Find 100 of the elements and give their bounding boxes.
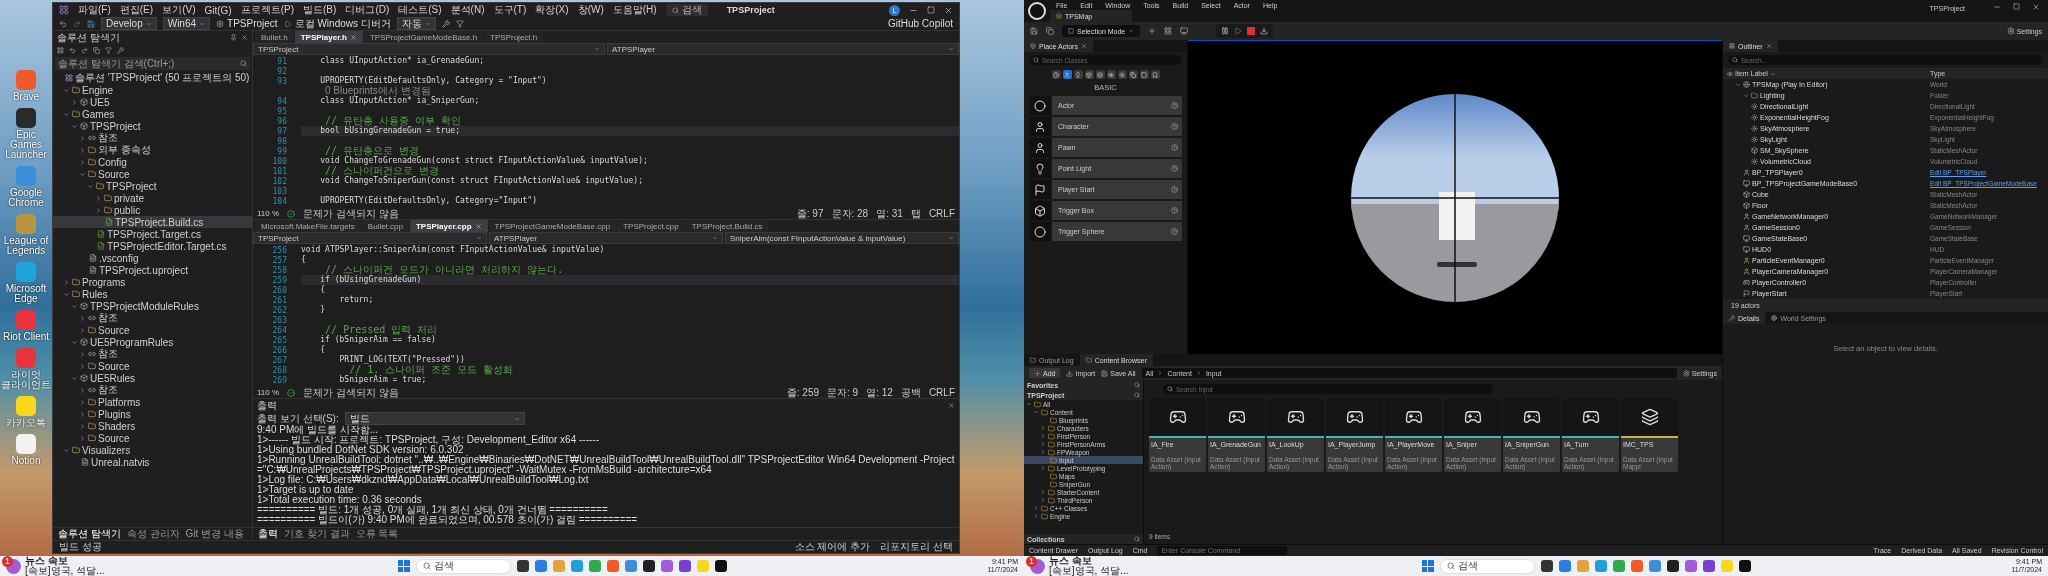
close-icon[interactable] xyxy=(944,5,953,15)
save-icon[interactable] xyxy=(87,19,95,28)
tree-item[interactable]: Engine xyxy=(53,84,252,96)
tree-item[interactable]: TPSProject.Build.cs xyxy=(53,216,252,228)
maximize-icon[interactable] xyxy=(927,6,935,14)
undo-icon[interactable] xyxy=(59,19,67,28)
search-field[interactable]: 검색 xyxy=(1439,558,1535,574)
navigation-dropdown[interactable]: ATPSPlayer xyxy=(489,232,723,244)
help-icon[interactable] xyxy=(1171,102,1178,109)
tree-item[interactable]: 참조 xyxy=(53,348,252,360)
toolbar-icon[interactable] xyxy=(117,47,124,54)
category-filter-button[interactable] xyxy=(1128,70,1138,79)
file-tab[interactable]: Microsoft.MakeFile.targets xyxy=(255,220,361,232)
menu-item[interactable]: 파일(F) xyxy=(78,3,111,17)
panel-tab[interactable]: 기호 찾기 결과 xyxy=(284,528,350,540)
tree-item[interactable]: TPSProjectEditor.Target.cs xyxy=(53,240,252,252)
start-icon[interactable] xyxy=(1421,560,1434,572)
file-tab[interactable]: TPSProjectGameModeBase.cpp xyxy=(488,220,617,232)
app-icon[interactable] xyxy=(1540,560,1553,572)
close-icon[interactable] xyxy=(474,222,482,230)
menu-item[interactable]: 확장(X) xyxy=(535,3,569,17)
shortcut-label[interactable]: 라이엇 클라이언트 xyxy=(1,370,51,390)
platform-dropdown[interactable]: Win64 xyxy=(162,17,211,30)
category-filter-button[interactable] xyxy=(1117,70,1127,79)
menu-item[interactable]: 빌드(B) xyxy=(303,3,337,17)
menu-item[interactable]: Git(G) xyxy=(204,4,232,16)
file-tab[interactable]: TPSProjectGameModeBase.h xyxy=(363,31,484,43)
toolbar-icon[interactable] xyxy=(81,47,88,54)
tree-item[interactable]: UE5Rules xyxy=(53,372,252,384)
menu-item[interactable]: 프로젝트(P) xyxy=(240,3,295,17)
file-tab[interactable]: Bullet.cpp xyxy=(361,220,409,232)
tree-item[interactable]: Source xyxy=(53,360,252,372)
menu-item[interactable]: 디버그(D) xyxy=(345,3,390,17)
app-shortcut-icon[interactable] xyxy=(16,108,36,128)
file-tab[interactable]: Bullet.h xyxy=(255,31,294,43)
status-button[interactable]: 리포지토리 선택 xyxy=(880,540,953,554)
app-icon[interactable] xyxy=(714,560,727,572)
panel-tab[interactable]: 오류 목록 xyxy=(355,528,399,540)
tree-item[interactable]: Plugins xyxy=(53,408,252,420)
toolbar-icon[interactable] xyxy=(57,47,64,54)
tree-item[interactable]: .vsconfig xyxy=(53,252,252,264)
tree-item[interactable]: TPSProjectModuleRules xyxy=(53,300,252,312)
debug-start-button[interactable]: 로컬 Windows 디버거 xyxy=(283,16,391,31)
category-filter-button[interactable] xyxy=(1095,70,1105,79)
navigation-dropdown[interactable]: ATPSPlayer xyxy=(607,43,959,55)
tree-item[interactable]: TPSProject.Target.cs xyxy=(53,228,252,240)
help-icon[interactable] xyxy=(1171,186,1178,193)
category-filter-button[interactable] xyxy=(1106,70,1116,79)
file-tab[interactable]: TPSPlayer.h xyxy=(294,31,363,43)
status-button[interactable]: 소스 제어에 추가 xyxy=(794,540,871,554)
shortcut-label[interactable]: League of Legends xyxy=(1,236,51,256)
tree-item[interactable]: Source xyxy=(53,324,252,336)
output-source-dropdown[interactable]: 빌드 xyxy=(344,412,525,425)
close-icon[interactable] xyxy=(349,33,357,41)
tree-item[interactable]: 참조 xyxy=(53,384,252,396)
tree-item[interactable]: Source xyxy=(53,168,252,180)
file-tab[interactable]: TPSProject.cpp xyxy=(617,220,685,232)
tree-item[interactable]: Shaders xyxy=(53,420,252,432)
toolbar-icon[interactable] xyxy=(69,47,76,54)
category-filter-button[interactable] xyxy=(1073,70,1083,79)
help-icon[interactable] xyxy=(1171,207,1178,214)
tree-item[interactable]: UE5ProgramRules xyxy=(53,336,252,348)
filter-icon[interactable] xyxy=(455,19,464,28)
copilot-button[interactable]: GitHub Copilot xyxy=(887,18,953,29)
panel-tab[interactable]: 속성 관리자 xyxy=(126,528,180,540)
close-icon[interactable] xyxy=(2032,3,2040,11)
zoom-level[interactable]: 110 % xyxy=(257,388,280,397)
help-icon[interactable] xyxy=(1171,228,1178,235)
app-icon[interactable] xyxy=(1738,560,1751,572)
shortcut-label[interactable]: Riot Client xyxy=(2,332,50,342)
category-filter-button[interactable] xyxy=(1150,70,1160,79)
redo-icon[interactable] xyxy=(73,19,81,28)
tree-item[interactable]: Unreal.natvis xyxy=(53,456,252,468)
mode-dropdown[interactable]: 자동 xyxy=(396,17,436,30)
shortcut-label[interactable]: Microsoft Edge xyxy=(1,284,51,304)
search-field[interactable]: 검색 xyxy=(415,558,511,574)
tree-item[interactable]: Games xyxy=(53,108,252,120)
stop-icon[interactable] xyxy=(1247,27,1256,35)
step-icon[interactable] xyxy=(1234,27,1243,35)
tree-item[interactable]: private xyxy=(53,192,252,204)
tree-item[interactable]: Visualizers xyxy=(53,444,252,456)
category-filter-button[interactable] xyxy=(1084,70,1094,79)
restore-icon[interactable] xyxy=(2013,3,2020,10)
close-icon[interactable] xyxy=(1765,43,1772,49)
zoom-level[interactable]: 110 % xyxy=(257,209,280,218)
tree-item[interactable]: Platforms xyxy=(53,396,252,408)
tree-item[interactable]: 외부 종속성 xyxy=(53,144,252,156)
help-icon[interactable] xyxy=(1171,123,1178,130)
configuration-dropdown[interactable]: Develop xyxy=(101,17,157,30)
category-filter-button[interactable] xyxy=(1062,70,1072,79)
help-icon[interactable] xyxy=(1171,165,1178,172)
navigation-dropdown[interactable]: TPSProject xyxy=(253,43,605,55)
app-icon[interactable] xyxy=(1666,560,1679,572)
file-tab[interactable]: TPSProject.h xyxy=(484,31,544,43)
tree-item[interactable]: 솔루션 'TPSProject' (50 프로젝트의 50) xyxy=(53,72,252,84)
tree-item[interactable]: TPSProject xyxy=(53,180,252,192)
tree-item[interactable]: TPSProject.uproject xyxy=(53,264,252,276)
save-icon[interactable] xyxy=(1030,27,1038,35)
close-icon[interactable] xyxy=(1080,43,1087,49)
menu-item[interactable]: 편집(E) xyxy=(119,3,154,17)
